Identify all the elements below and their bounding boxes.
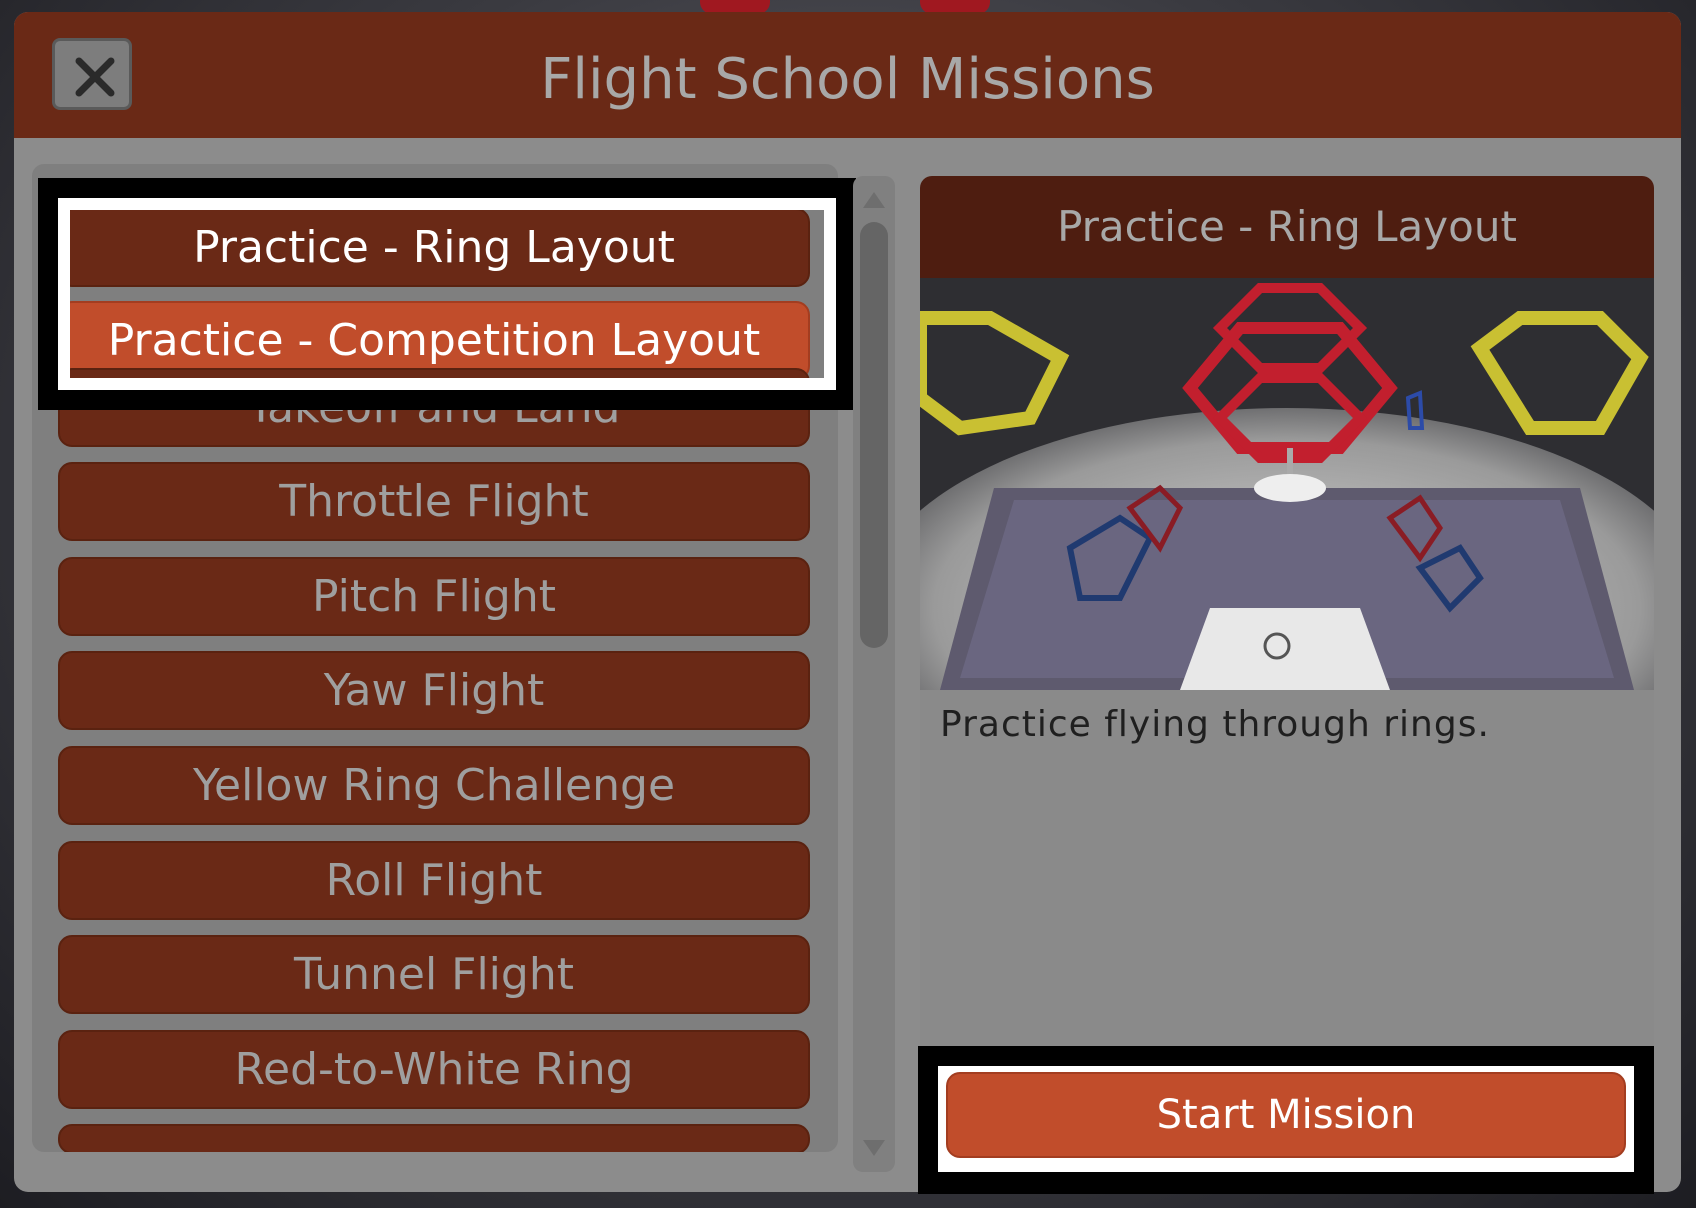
mission-description: Practice flying through rings.	[940, 704, 1490, 745]
mission-detail-panel: Practice - Ring Layout Practice flying t…	[920, 176, 1654, 1168]
start-highlight-frame: Start Mission	[918, 1046, 1654, 1194]
scroll-down-icon[interactable]	[860, 1134, 888, 1162]
scroll-thumb[interactable]	[860, 222, 888, 648]
detail-title: Practice - Ring Layout	[1057, 202, 1517, 251]
start-highlight-fill: Start Mission	[938, 1066, 1634, 1172]
dialog-title: Flight School Missions	[540, 47, 1155, 112]
mission-item-roll-flight[interactable]: Roll Flight	[58, 841, 810, 920]
close-button[interactable]	[52, 38, 132, 110]
list-scrollbar[interactable]	[853, 176, 895, 1172]
mission-preview-image	[920, 278, 1654, 690]
mission-item-tunnel-flight[interactable]: Tunnel Flight	[58, 935, 810, 1014]
mission-item-throttle-flight[interactable]: Throttle Flight	[58, 462, 810, 541]
mission-item-red-to-white-ring[interactable]: Red-to-White Ring	[58, 1030, 810, 1109]
mission-item-pitch-flight[interactable]: Pitch Flight	[58, 557, 810, 636]
scroll-up-icon[interactable]	[860, 186, 888, 214]
close-icon	[75, 57, 115, 97]
mission-list: Practice - Ring Layout Practice - Compet…	[32, 164, 838, 1152]
mission-item-takeoff-and-land[interactable]: Takeoff and Land	[58, 368, 810, 447]
mission-item-partial[interactable]	[58, 1124, 810, 1152]
mission-item-yellow-ring-challenge[interactable]: Yellow Ring Challenge	[58, 746, 810, 825]
mission-item-yaw-flight[interactable]: Yaw Flight	[58, 651, 810, 730]
mission-item-practice-ring-layout[interactable]: Practice - Ring Layout	[58, 208, 810, 287]
start-mission-button[interactable]: Start Mission	[946, 1072, 1626, 1158]
